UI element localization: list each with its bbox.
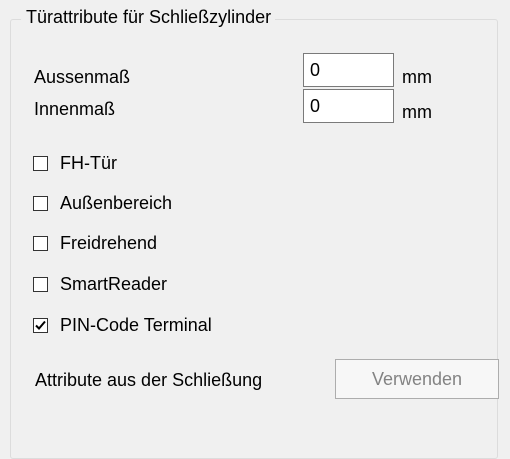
checkbox-pin-code-terminal[interactable]: PIN-Code Terminal	[33, 313, 212, 337]
checkbox-aussenbereich-label[interactable]: Außenbereich	[60, 192, 172, 214]
inner-dimension-unit: mm	[402, 102, 432, 122]
checkbox-smartreader[interactable]: SmartReader	[33, 272, 167, 296]
checkbox-aussenbereich[interactable]: Außenbereich	[33, 191, 172, 215]
checkbox-aussenbereich-box[interactable]	[33, 195, 48, 211]
checkbox-fh-tuer-label[interactable]: FH-Tür	[60, 152, 117, 174]
use-button[interactable]: Verwenden	[335, 359, 499, 399]
checkbox-pin-code-terminal-label[interactable]: PIN-Code Terminal	[60, 314, 212, 336]
group-title: Türattribute für Schließzylinder	[21, 6, 276, 28]
checkbox-smartreader-label[interactable]: SmartReader	[60, 273, 167, 295]
checkbox-freidrehend[interactable]: Freidrehend	[33, 231, 157, 255]
outer-dimension-label: Aussenmaß	[34, 67, 131, 87]
checkbox-fh-tuer[interactable]: FH-Tür	[33, 151, 117, 175]
inner-dimension-input[interactable]	[303, 89, 394, 123]
checkbox-freidrehend-label[interactable]: Freidrehend	[60, 232, 157, 254]
attributes-label: Attribute aus der Schließung	[35, 370, 263, 390]
outer-dimension-input[interactable]	[303, 53, 394, 87]
checkbox-smartreader-box[interactable]	[33, 276, 48, 292]
checkbox-freidrehend-box[interactable]	[33, 235, 48, 251]
outer-dimension-unit: mm	[402, 67, 432, 87]
inner-dimension-label: Innenmaß	[34, 99, 116, 119]
checkmark-icon	[35, 320, 46, 330]
checkbox-pin-code-terminal-box[interactable]	[33, 317, 48, 333]
checkbox-fh-tuer-box[interactable]	[33, 155, 48, 171]
